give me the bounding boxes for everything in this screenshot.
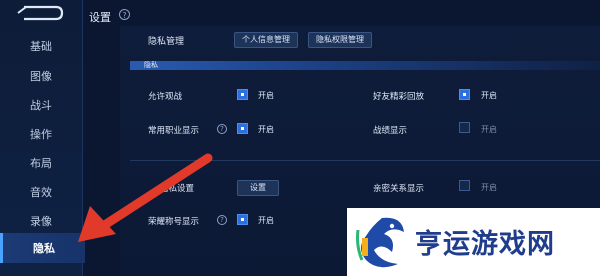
section-header: 隐私 — [130, 61, 600, 70]
sidebar-item-label: 录像 — [30, 215, 52, 228]
battle-record-checkbox[interactable] — [459, 122, 470, 133]
sidebar-item-basic[interactable]: 基础 — [0, 31, 82, 61]
watermark-text: 亨运游戏网 — [415, 229, 555, 260]
section-title: 隐私 — [144, 61, 158, 69]
allow-spectate-checkbox[interactable] — [237, 89, 248, 100]
help-icon[interactable]: ? — [217, 124, 227, 134]
privacy-permission-button[interactable]: 隐私权限管理 — [308, 32, 372, 48]
allow-spectate-state: 开启 — [258, 91, 274, 100]
privacy-settings-button[interactable]: 设置 — [237, 180, 279, 196]
battle-record-state: 开启 — [481, 125, 497, 134]
sidebar-item-label: 隐私 — [33, 242, 55, 255]
friend-highlights-state: 开启 — [481, 91, 497, 100]
intimate-relation-state: 开启 — [481, 183, 497, 192]
intimate-relation-label: 亲密关系显示 — [373, 184, 425, 194]
sidebar-item-combat[interactable]: 战斗 — [0, 90, 82, 120]
friend-highlights-label: 好友精彩回放 — [373, 92, 425, 102]
honor-title-checkbox[interactable] — [237, 214, 248, 225]
sidebar-item-graphics[interactable]: 图像 — [0, 61, 82, 91]
page-title: 设置 — [89, 11, 111, 24]
personal-info-button[interactable]: 个人信息管理 — [234, 32, 298, 48]
dragon-logo-icon — [356, 217, 404, 268]
common-roles-checkbox[interactable] — [237, 123, 248, 134]
privacy-management-label: 隐私管理 — [148, 37, 185, 47]
sidebar-item-label: 操作 — [30, 128, 52, 141]
sidebar-item-label: 音效 — [30, 186, 52, 199]
sidebar-item-controls[interactable]: 操作 — [0, 119, 82, 149]
allow-spectate-label: 允许观战 — [148, 92, 183, 102]
annotation-arrow-icon — [78, 153, 213, 242]
honor-title-state: 开启 — [258, 216, 274, 225]
sidebar-item-label: 图像 — [30, 70, 52, 83]
sidebar-item-label: 布局 — [30, 157, 52, 170]
back-icon[interactable] — [14, 4, 66, 22]
battle-record-label: 战绩显示 — [373, 126, 408, 136]
help-icon[interactable]: ? — [119, 9, 130, 20]
friend-highlights-checkbox[interactable] — [459, 89, 470, 100]
sidebar-item-label: 战斗 — [30, 99, 52, 112]
common-roles-label: 常用职业显示 — [148, 126, 200, 136]
sidebar-item-label: 基础 — [30, 40, 52, 53]
common-roles-state: 开启 — [258, 125, 274, 134]
intimate-relation-checkbox[interactable] — [459, 180, 470, 191]
